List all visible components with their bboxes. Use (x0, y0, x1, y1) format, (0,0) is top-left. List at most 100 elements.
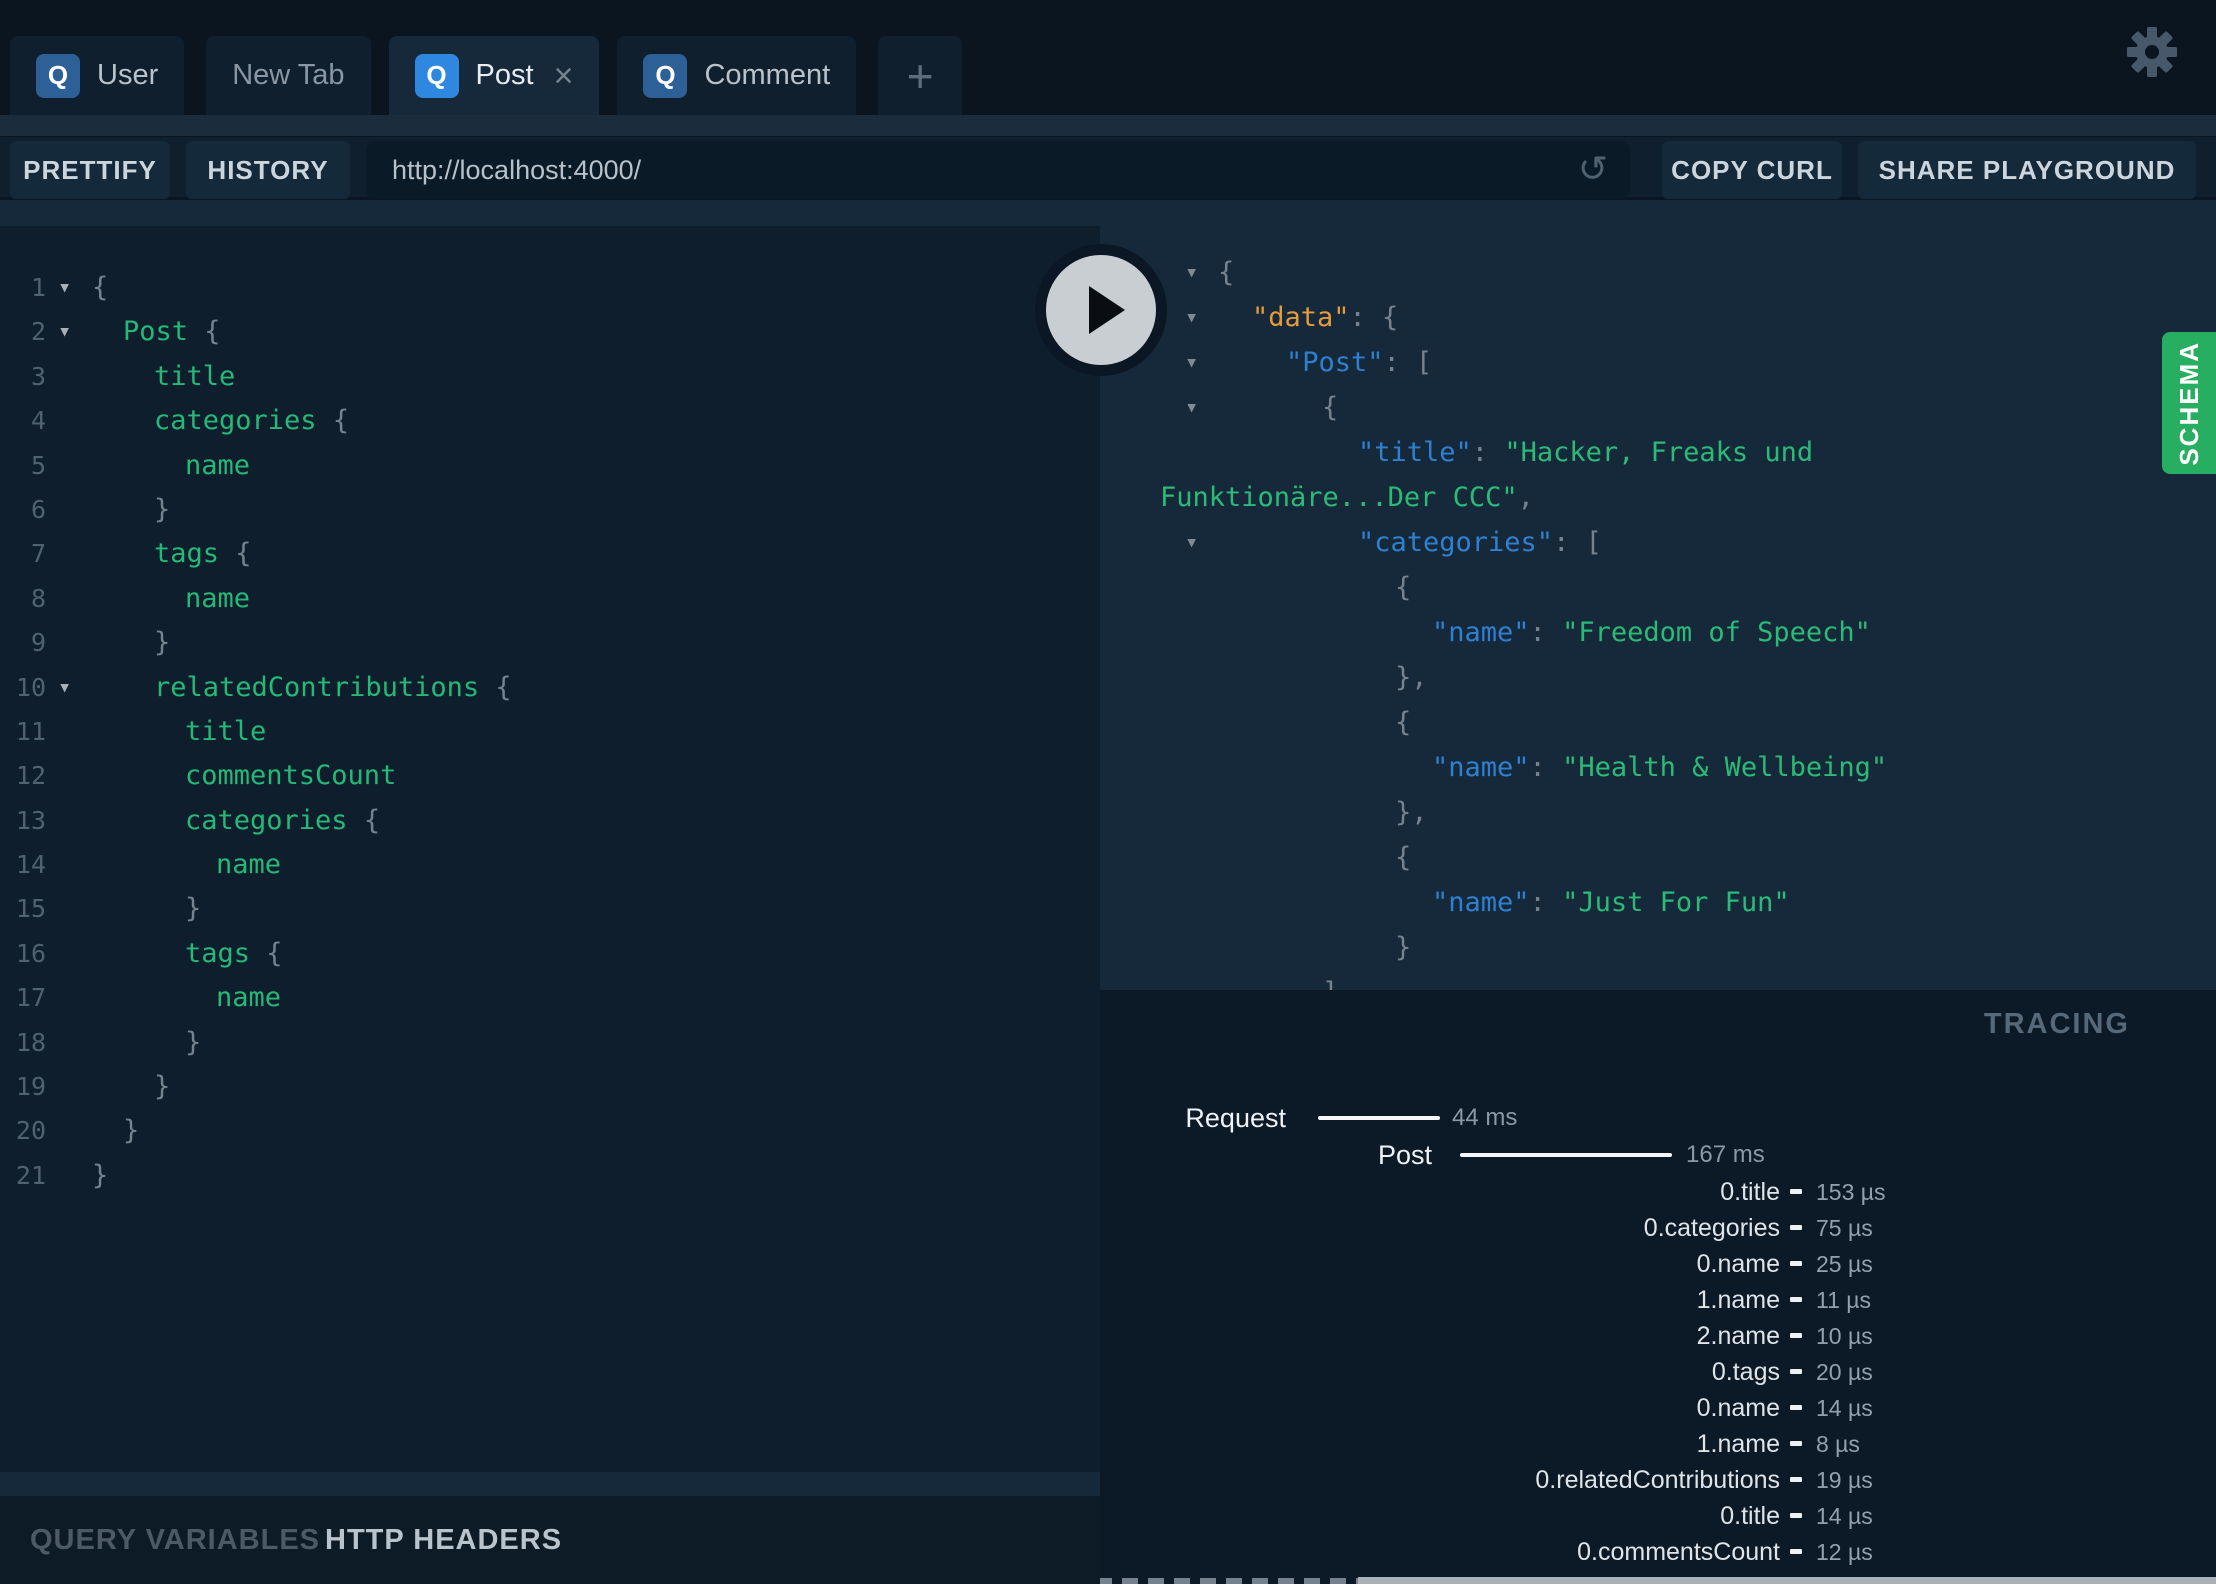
response-code: "name": "Just For Fun" (1432, 880, 1790, 925)
code-token-punct: { (1322, 392, 1339, 423)
resolver-duration-bar (1790, 1405, 1802, 1410)
history-button[interactable]: HISTORY (186, 141, 350, 199)
query-line[interactable]: 18} (0, 1021, 1100, 1065)
resolver-duration-bar (1790, 1333, 1802, 1338)
query-line[interactable]: 7 tags { (0, 532, 1100, 576)
query-line[interactable]: 14 name (0, 843, 1100, 887)
code-token-field: tags (154, 538, 220, 570)
code-token-punct: { (1395, 707, 1412, 738)
response-pane: ▾{▾ "data": {▾ "Post": [▾{"title": "Hacker… (1100, 200, 2216, 990)
query-line[interactable]: 6} (0, 488, 1100, 532)
endpoint-url-input[interactable]: http://localhost:4000/ ↺ (366, 141, 1630, 199)
query-line[interactable]: 1 ▾ { (0, 266, 1100, 310)
line-number: 16 (15, 938, 46, 968)
query-line[interactable]: 3 title (0, 355, 1100, 399)
query-editor[interactable]: 1 ▾{2 ▾ Post {3 title 4 categories {5 name 6} 7 ta… (0, 226, 1100, 1472)
query-line[interactable]: 9} (0, 621, 1100, 665)
tracing-resolver-row: 0.name 14 µs (1100, 1390, 2216, 1426)
collapse-arrow-icon[interactable]: ▾ (1185, 385, 1198, 430)
collapse-arrow-icon[interactable]: ▾ (1185, 340, 1198, 385)
collapse-arrow-icon[interactable]: ▾ (58, 666, 71, 710)
query-line[interactable]: 5 name (0, 444, 1100, 488)
collapse-arrow-icon[interactable]: ▾ (1185, 250, 1198, 295)
share-playground-button[interactable]: SHARE PLAYGROUND (1858, 141, 2196, 199)
code-token-field: title (154, 360, 236, 392)
query-line[interactable]: 12 commentsCount (0, 754, 1100, 798)
copy-curl-button[interactable]: COPY CURL (1662, 141, 1842, 199)
line-number: 11 (15, 716, 46, 746)
tracing-request-label: Request (1185, 1103, 1286, 1133)
tracing-panel-title: TRACING (1983, 1008, 2130, 1040)
http-headers-tab[interactable]: HTTP HEADERS (325, 1496, 562, 1584)
resolver-duration: 11 µs (1816, 1287, 1872, 1313)
query-badge: Q (643, 53, 688, 98)
query-line[interactable]: 20} (0, 1109, 1100, 1153)
tab-user[interactable]: Q User (10, 36, 185, 115)
schema-tab-label: SCHEMA (2173, 340, 2204, 466)
query-line[interactable]: 8 name (0, 577, 1100, 621)
collapse-arrow-icon[interactable]: ▾ (1185, 520, 1198, 565)
close-tab-icon[interactable]: × (554, 59, 574, 93)
query-line[interactable]: 10 ▾ relatedContributions { (0, 666, 1100, 710)
prettify-button[interactable]: PRETTIFY (10, 141, 170, 199)
response-line: "name": "Health & Wellbeing" (1100, 745, 2216, 790)
collapse-arrow-icon[interactable]: ▾ (58, 310, 71, 354)
code-token-str: "Freedom of Speech" (1562, 617, 1871, 648)
response-line: { (1100, 700, 2216, 745)
query-line[interactable]: 21} (0, 1154, 1100, 1198)
settings-gear-icon[interactable] (2126, 26, 2178, 78)
query-line[interactable]: 17 name (0, 976, 1100, 1020)
code-token-punct: : (1529, 617, 1563, 648)
reload-schema-icon[interactable]: ↺ (1578, 141, 1608, 199)
query-line[interactable]: 15} (0, 887, 1100, 931)
schema-side-tab[interactable]: SCHEMA (2162, 332, 2216, 474)
tab-new-tab[interactable]: New Tab (206, 36, 371, 115)
code-token-key: "name" (1432, 617, 1530, 648)
resolver-duration: 10 µs (1816, 1323, 1873, 1349)
response-line: }, (1100, 655, 2216, 700)
response-code: { (1218, 250, 1234, 295)
code-token-punct: : (1529, 752, 1563, 783)
query-line[interactable]: 2 ▾ Post { (0, 310, 1100, 354)
line-number: 7 (30, 539, 46, 569)
editor-bottom-bar: QUERY VARIABLES HTTP HEADERS (0, 1496, 1100, 1584)
code-token-punct: { (250, 937, 283, 969)
code-token-punct: : { (1349, 302, 1399, 333)
code-token-punct: { (92, 272, 109, 303)
resolver-duration: 19 µs (1816, 1467, 1873, 1493)
tracing-resolver-row: 0.commentsCount 12 µs (1100, 1534, 2216, 1570)
resolver-path: 0.name (1696, 1250, 1780, 1278)
query-line[interactable]: 19} (0, 1065, 1100, 1109)
code-token-key: "name" (1432, 752, 1530, 783)
query-line[interactable]: 11 title (0, 710, 1100, 754)
code-token-str: "Hacker, Freaks und (1504, 437, 1814, 468)
code-token-punct: , (1517, 482, 1534, 513)
query-code: categories { (185, 799, 380, 843)
new-tab-button[interactable]: + (878, 36, 963, 115)
response-line: ] (1100, 970, 2216, 990)
resolver-duration: 75 µs (1816, 1215, 1873, 1241)
tracing-request-time: 44 ms (1452, 1104, 1518, 1131)
resolver-duration-bar (1790, 1477, 1802, 1482)
tab-post[interactable]: Q Post × (388, 36, 600, 115)
execute-query-button[interactable] (1035, 244, 1167, 376)
tab-label: New Tab (232, 59, 345, 91)
code-token-punct: { (1395, 842, 1412, 873)
response-code: { (1395, 700, 1411, 745)
collapse-arrow-icon[interactable]: ▾ (1185, 295, 1198, 340)
tracing-horizontal-scrollbar[interactable] (1358, 1577, 2216, 1584)
response-code: }, (1395, 655, 1428, 700)
clipped-row-remnant (1100, 1578, 1358, 1584)
query-code: } (154, 1065, 170, 1109)
tab-comment[interactable]: Q Comment (617, 36, 857, 115)
collapse-arrow-icon[interactable]: ▾ (58, 266, 71, 310)
query-variables-tab[interactable]: QUERY VARIABLES (30, 1496, 320, 1584)
response-code: "name": "Health & Wellbeing" (1432, 745, 1887, 790)
query-line[interactable]: 13 categories { (0, 799, 1100, 843)
query-line[interactable]: 16 tags { (0, 932, 1100, 976)
query-line[interactable]: 4 categories { (0, 399, 1100, 443)
line-number: 21 (15, 1160, 46, 1190)
code-token-key: "title" (1358, 437, 1472, 468)
code-token-punct: { (1218, 257, 1235, 288)
resolver-duration-bar (1790, 1441, 1802, 1446)
